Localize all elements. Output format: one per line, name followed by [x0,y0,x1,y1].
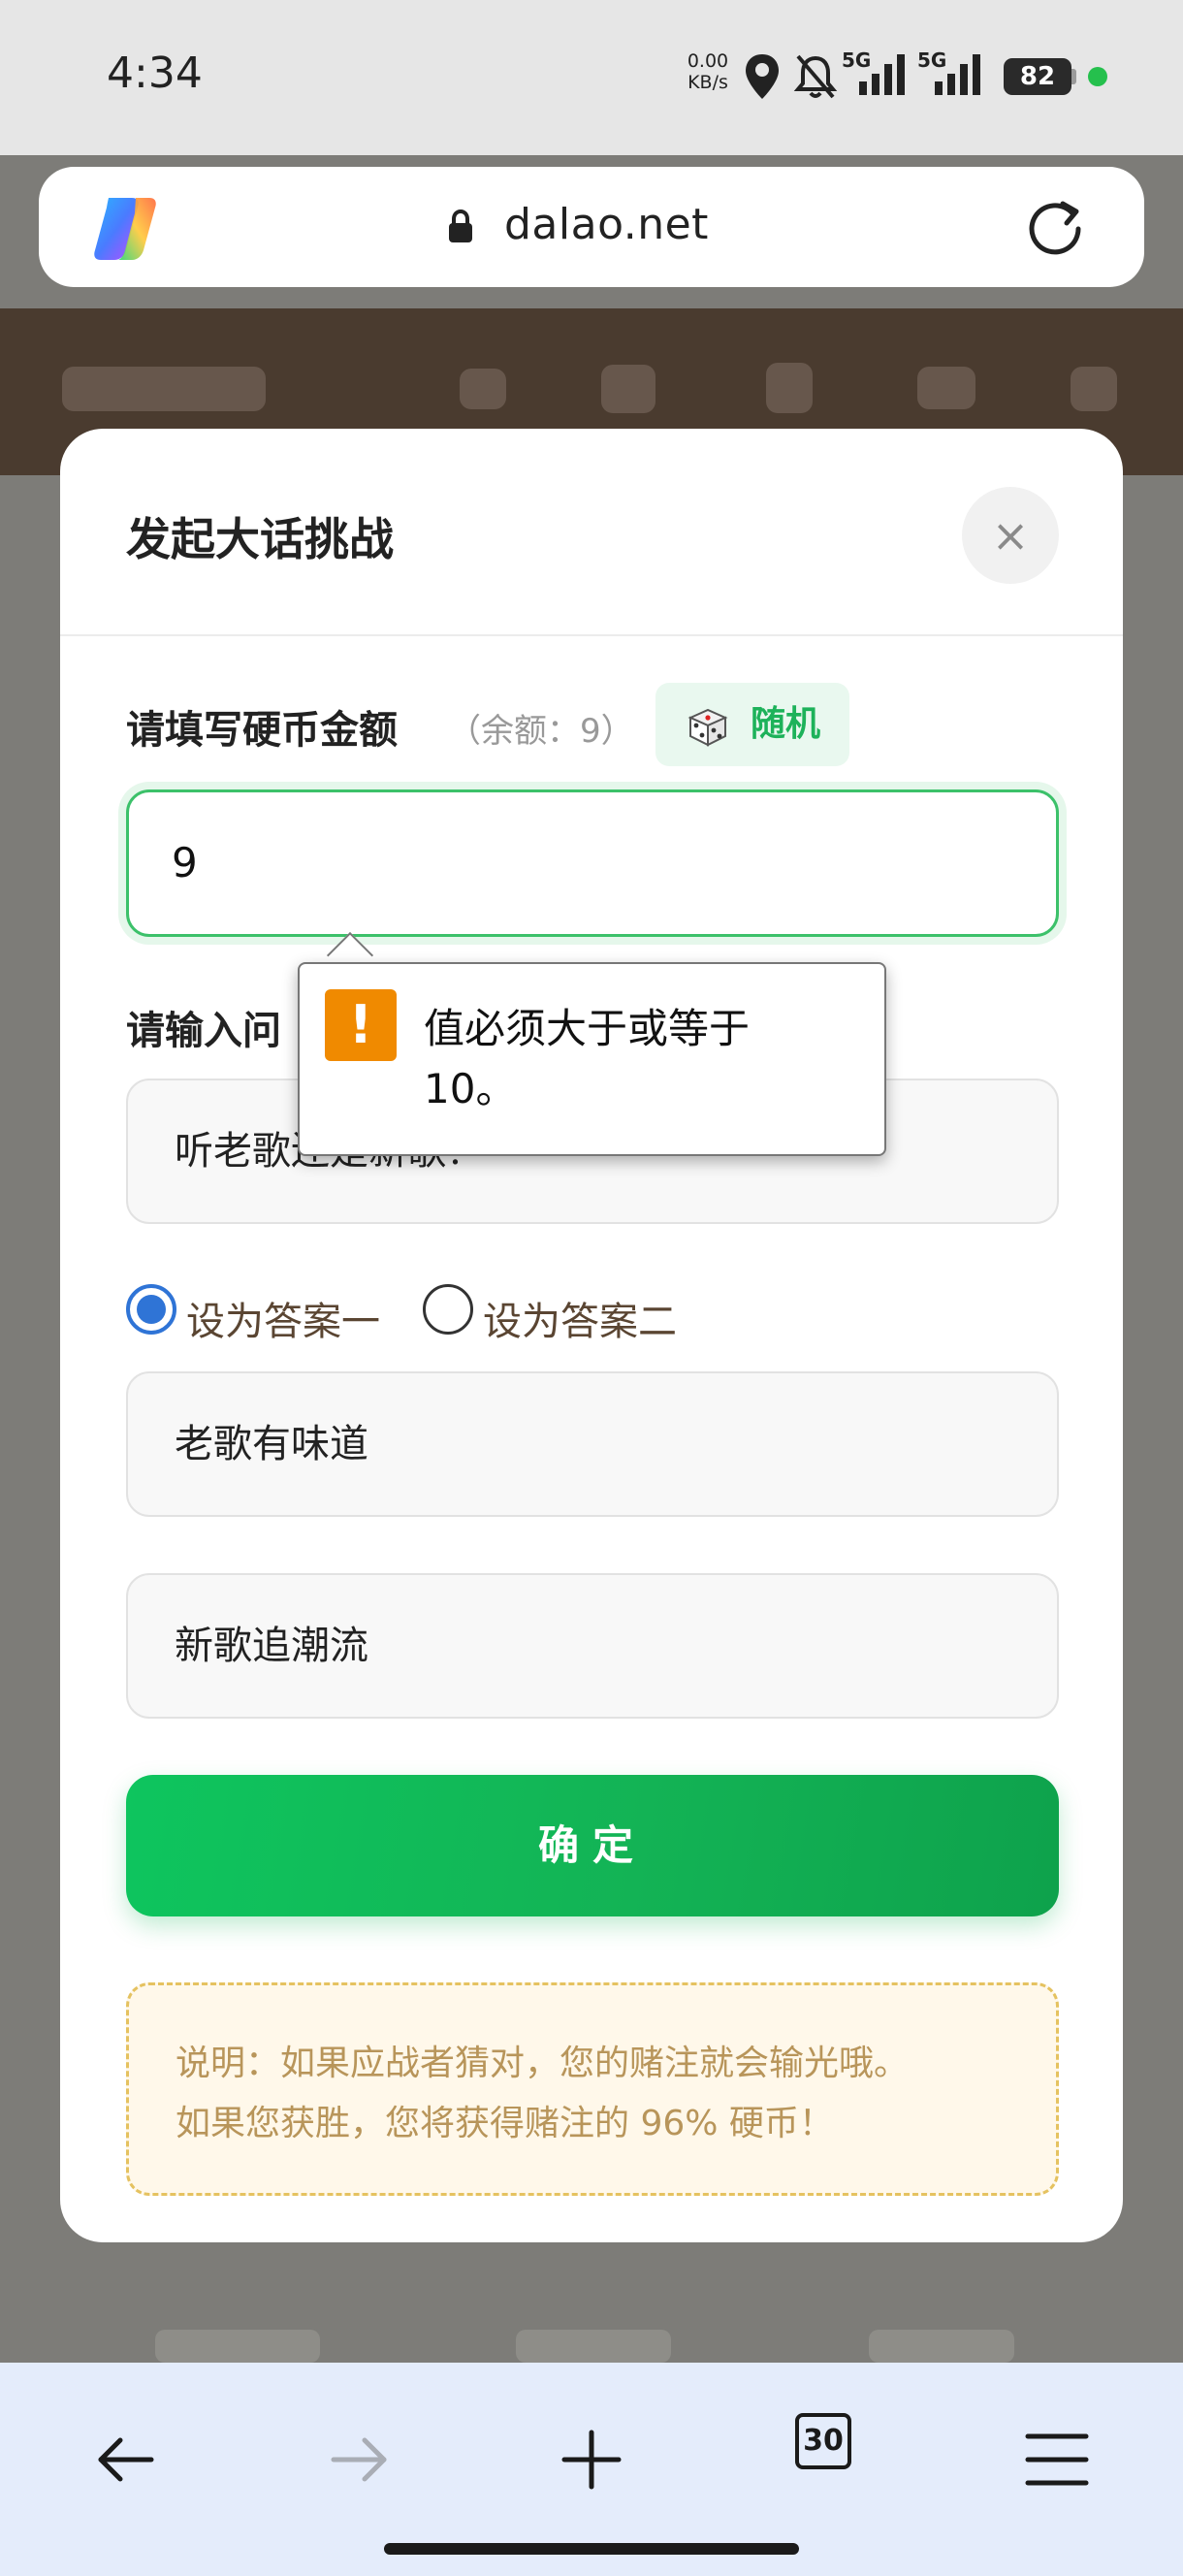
status-time: 4:34 [107,48,203,98]
background-blur [460,369,506,409]
coin-amount-input[interactable]: 9 [126,789,1059,937]
url-text[interactable]: dalao.net [504,200,709,249]
answer-two-input[interactable]: 新歌追潮流 [126,1573,1059,1719]
new-tab-plus-icon[interactable] [553,2421,630,2498]
dice-icon [687,708,728,747]
signal-icon-1 [859,54,905,95]
network-speed: 0.00 KB/s [687,50,729,93]
question-label: 请输入问 [126,1009,281,1053]
modal-title: 发起大话挑战 [126,513,394,565]
challenge-modal: 发起大话挑战 × 请填写硬币金额 （余额：9） 随机 9 请输入问 听老歌还是新… [60,429,1123,2242]
random-button-label: 随机 [751,704,821,744]
random-button[interactable]: 随机 [655,683,849,766]
bell-muted-icon [793,54,838,99]
home-indicator [384,2543,799,2555]
background-blur [917,367,975,409]
close-button[interactable]: × [962,487,1059,584]
battery-tip [1071,69,1076,84]
answer-one-input[interactable]: 老歌有味道 [126,1371,1059,1517]
validation-tooltip: ! 值必须大于或等于 10。 [298,962,886,1156]
background-blur [516,2330,671,2363]
answer-one-radio-label[interactable]: 设为答案一 [186,1290,380,1346]
confirm-button[interactable]: 确定 [126,1775,1059,1916]
note-line: 如果您获胜，您将获得赌注的 96% 硬币！ [176,2104,834,2143]
battery-indicator: 82 [1004,58,1071,95]
modal-divider [60,634,1123,636]
back-arrow-icon[interactable] [87,2421,165,2498]
background-blur [601,365,655,413]
warning-icon: ! [325,989,397,1061]
address-bar[interactable]: dalao.net [39,167,1144,287]
answer-two-radio[interactable] [423,1284,473,1335]
answer-two-radio-label[interactable]: 设为答案二 [483,1290,677,1346]
background-blur [155,2330,320,2363]
copilot-logo-icon[interactable] [89,194,161,264]
coin-balance: （余额：9） [448,712,634,751]
background-blur [1071,367,1117,411]
background-blur [62,367,266,411]
menu-icon[interactable] [1018,2421,1096,2498]
location-icon [746,54,779,99]
tabs-count-button[interactable]: 30 [795,2413,851,2469]
reload-icon[interactable] [1024,196,1086,258]
privacy-dot [1088,67,1107,86]
rules-note: 说明：如果应战者猜对，您的赌注就会输光哦。 如果您获胜，您将获得赌注的 96% … [126,1982,1059,2196]
validation-message: 值必须大于或等于 10。 [424,1005,751,1112]
background-blur [869,2330,1014,2363]
lock-icon [449,209,472,242]
answer-one-radio[interactable] [126,1284,176,1335]
coin-amount-label: 请填写硬币金额 [126,708,398,753]
signal-icon-2 [935,54,980,95]
forward-arrow-icon[interactable] [320,2421,398,2498]
status-bar: 4:34 0.00 KB/s 5G 5G 82 [0,0,1183,155]
note-line: 说明：如果应战者猜对，您的赌注就会输光哦。 [176,2044,910,2083]
background-blur [766,363,813,413]
